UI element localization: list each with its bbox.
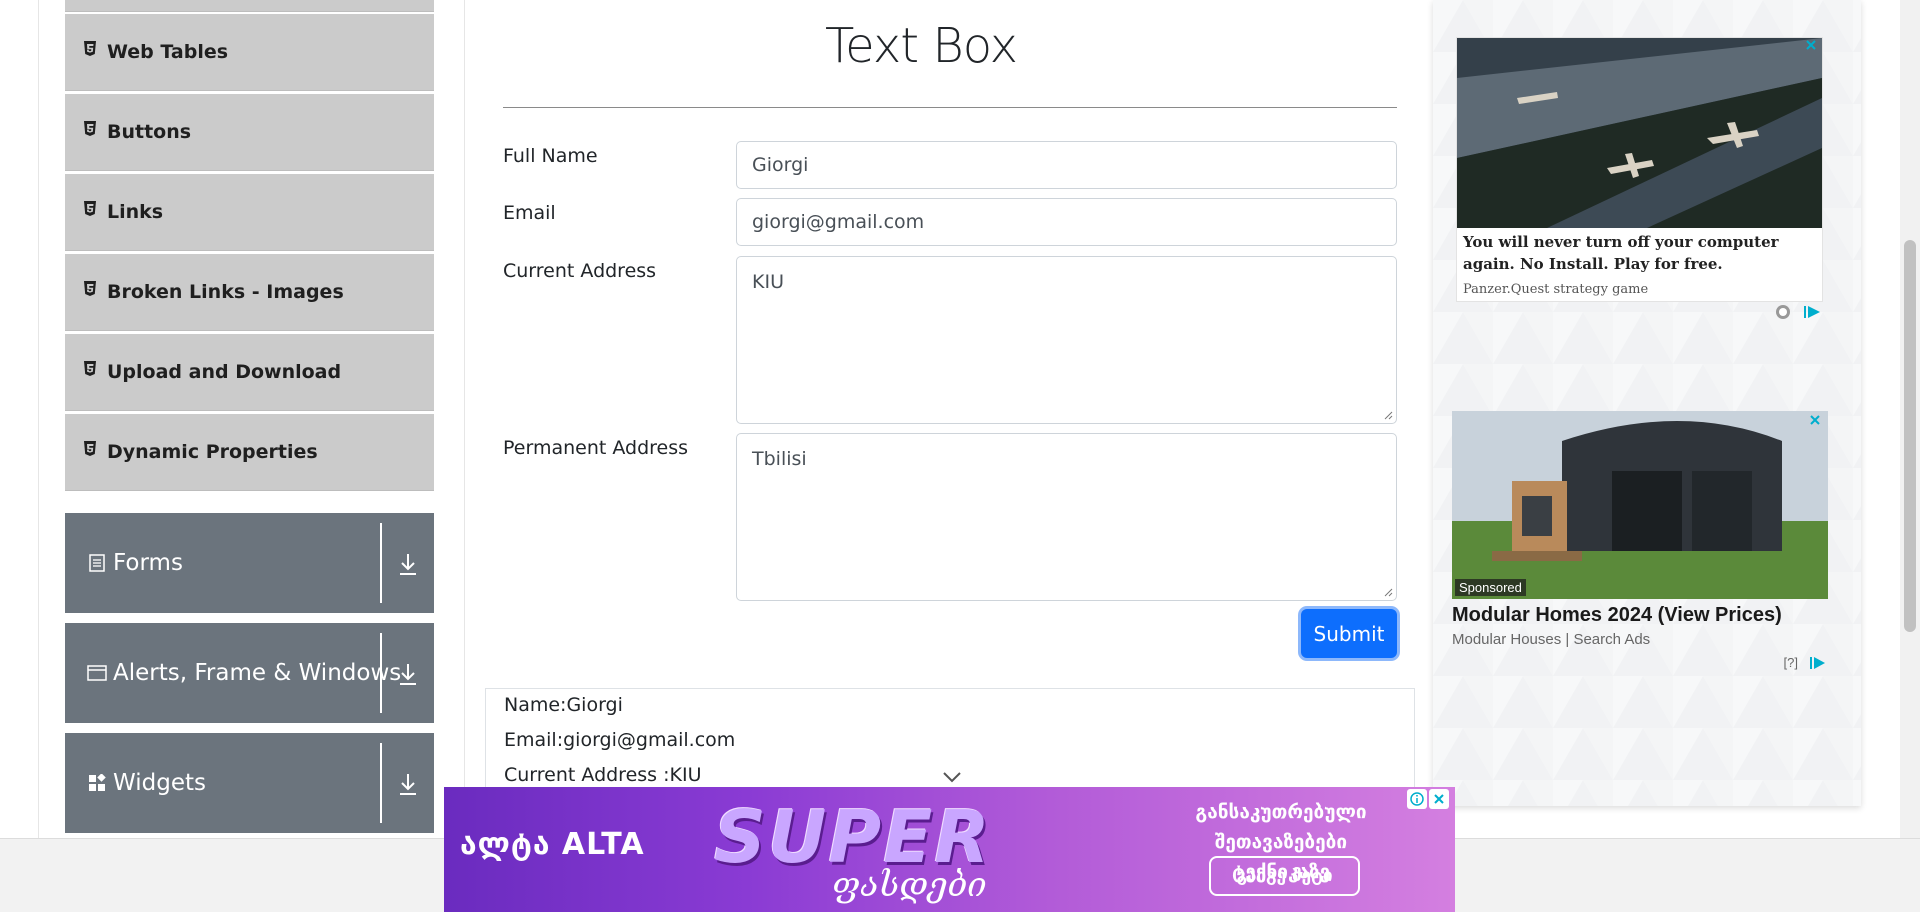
full-name-input[interactable]: Giorgi (736, 141, 1397, 189)
submit-button[interactable]: Submit (1301, 609, 1397, 658)
sidebar-item-label: Web Tables (107, 41, 229, 63)
sidebar-group-widgets[interactable]: Widgets (65, 733, 434, 833)
html5-icon (84, 281, 96, 296)
divider (380, 743, 382, 823)
sidebar-item-label: Dynamic Properties (107, 441, 318, 463)
html5-icon (84, 361, 96, 376)
output-name: Name:Giorgi (504, 694, 623, 716)
sidebar-item-links[interactable]: Links (65, 173, 434, 251)
html5-icon (84, 441, 96, 456)
sidebar-item-hidden[interactable] (65, 0, 434, 12)
sidebar-item-label: Buttons (107, 121, 192, 143)
sponsored-badge: Sponsored (1455, 579, 1526, 596)
email-label: Email (503, 202, 556, 224)
resize-handle-icon[interactable] (1383, 410, 1393, 420)
permanent-address-textarea[interactable]: Tbilisi (736, 433, 1397, 601)
sidebar-item-dynamic-properties[interactable]: Dynamic Properties (65, 413, 434, 491)
html5-icon (84, 121, 96, 136)
divider (38, 0, 39, 838)
chevron-down-icon[interactable] (942, 771, 962, 783)
info-icon[interactable] (1407, 789, 1427, 809)
html5-icon (84, 201, 96, 216)
permanent-address-label: Permanent Address (503, 437, 689, 459)
sidebar-item-label: Broken Links - Images (107, 281, 344, 303)
sidebar-item-label: Upload and Download (107, 361, 342, 383)
download-icon[interactable] (396, 661, 420, 687)
sidebar-item-buttons[interactable]: Buttons (65, 93, 434, 171)
scrollbar-thumb[interactable] (1904, 240, 1916, 632)
text-box-form: Text Box Full Name Giorgi Email giorgi@g… (480, 0, 1430, 848)
sidebar-group-alerts[interactable]: Alerts, Frame & Windows (65, 623, 434, 723)
carrier-illustration (1457, 38, 1822, 228)
output-email: Email:giorgi@gmail.com (504, 729, 736, 751)
form-icon (87, 553, 107, 573)
page-title: Text Box (825, 18, 1018, 74)
sidebar-group-label: Forms (113, 550, 183, 576)
download-icon[interactable] (396, 771, 420, 797)
ad-title[interactable]: Modular Homes 2024 (View Prices) (1452, 604, 1782, 627)
resize-handle-icon[interactable] (1383, 587, 1393, 597)
ad-game[interactable]: You will never turn off your computer ag… (1456, 37, 1823, 302)
close-icon[interactable] (1804, 38, 1818, 52)
html5-icon (84, 41, 96, 56)
page: Web Tables Buttons Links Broken Links - … (0, 0, 1920, 912)
current-address-textarea[interactable]: KIU (736, 256, 1397, 424)
divider (380, 633, 382, 713)
bottom-ad-banner[interactable]: ალტა ALTA SUPER ფასდები განსაკუთრებული შ… (444, 787, 1455, 912)
ad-text: You will never turn off your computer ag… (1463, 233, 1779, 273)
banner-cta-button[interactable]: გაიგე მეტი (1209, 856, 1360, 896)
widgets-icon (87, 773, 107, 793)
email-input[interactable]: giorgi@gmail.com (736, 198, 1397, 246)
window-icon (87, 663, 107, 683)
sidebar-item-label: Links (107, 201, 164, 223)
close-icon[interactable] (1808, 413, 1822, 427)
ad-sidebar: You will never turn off your computer ag… (1433, 0, 1861, 806)
sidebar-group-label: Widgets (113, 770, 206, 796)
divider (380, 523, 382, 603)
banner-brand: ალტა ALTA (460, 827, 645, 862)
ad-source: Modular Houses | Search Ads (1452, 631, 1651, 648)
sidebar-item-upload-download[interactable]: Upload and Download (65, 333, 434, 411)
banner-script: ფასდები (832, 865, 987, 905)
adchoices-icon[interactable] (1808, 655, 1826, 671)
ad-image: Sponsored (1452, 411, 1828, 599)
cabin-illustration (1452, 411, 1828, 599)
output-current-address: Current Address :KIU (504, 764, 702, 786)
permanent-address-value: Tbilisi (752, 448, 807, 470)
page-scrollbar[interactable] (1900, 0, 1920, 838)
divider (503, 107, 1397, 108)
sidebar: Web Tables Buttons Links Broken Links - … (0, 0, 465, 838)
ad-modular-homes[interactable]: Sponsored Modular Homes 2024 (View Price… (1452, 411, 1828, 676)
download-icon[interactable] (396, 551, 420, 577)
ad-image (1457, 38, 1822, 228)
divider (464, 0, 465, 838)
current-address-label: Current Address (503, 260, 657, 282)
banner-controls (1407, 789, 1449, 809)
sidebar-item-broken-links[interactable]: Broken Links - Images (65, 253, 434, 331)
sidebar-item-web-tables[interactable]: Web Tables (65, 13, 434, 91)
current-address-value: KIU (752, 271, 784, 293)
close-icon[interactable] (1429, 789, 1449, 809)
sidebar-group-forms[interactable]: Forms (65, 513, 434, 613)
sidebar-group-label: Alerts, Frame & Windows (113, 660, 402, 686)
ad-source: Panzer.Quest strategy game (1463, 282, 1649, 297)
ad-help-link[interactable]: [?] (1784, 655, 1798, 670)
full-name-label: Full Name (503, 145, 598, 167)
adchoices-icon[interactable] (1775, 304, 1825, 325)
